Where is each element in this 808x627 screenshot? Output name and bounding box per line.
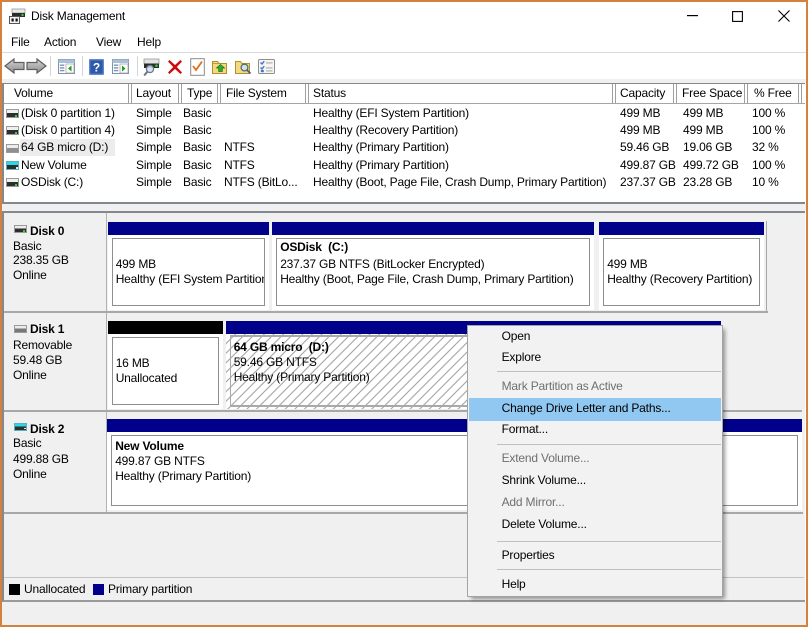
svg-text:?: ? [93,61,100,75]
